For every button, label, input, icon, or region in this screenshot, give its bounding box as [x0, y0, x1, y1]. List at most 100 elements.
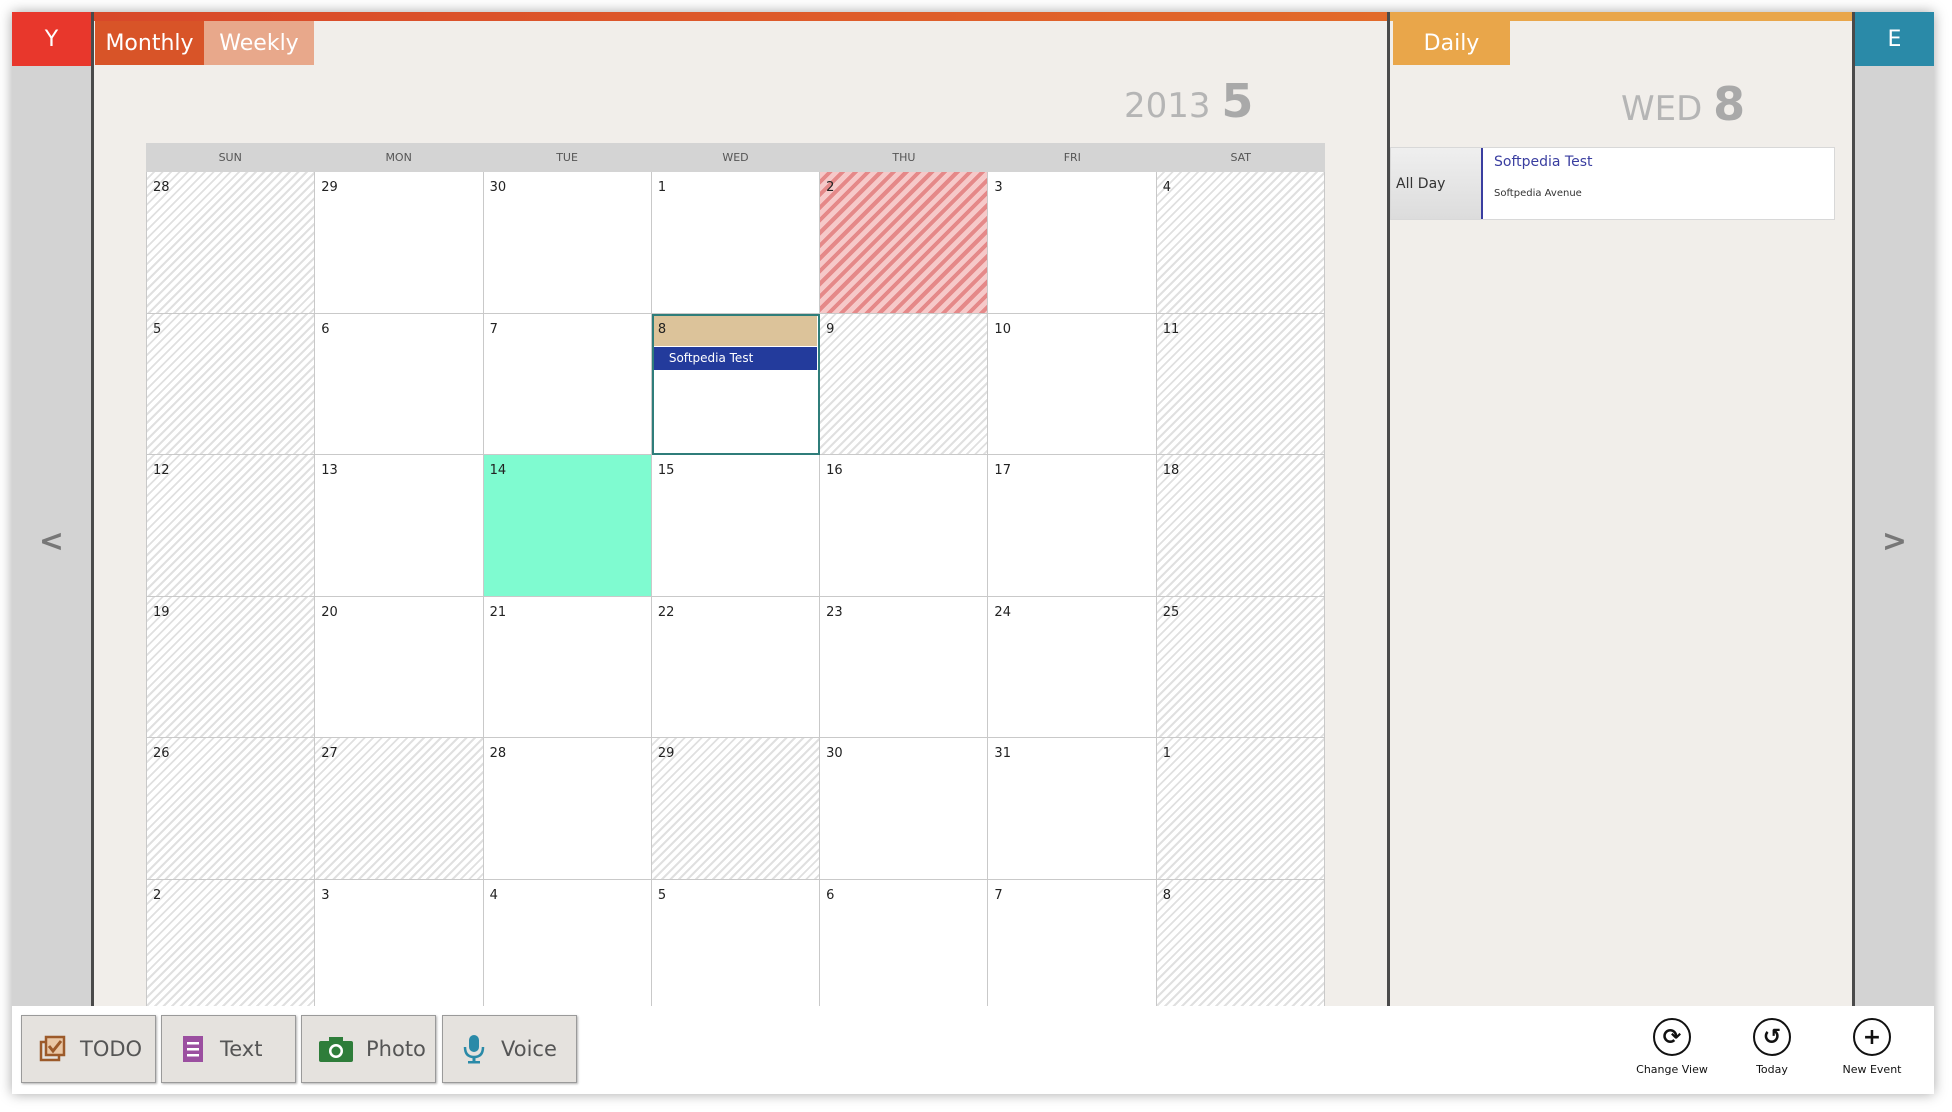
day-number: 26 [153, 746, 170, 761]
undo-icon: ↺ [1753, 1018, 1791, 1056]
today-button[interactable]: ↺ Today [1722, 1018, 1822, 1076]
daily-event-location: Softpedia Avenue [1494, 188, 1582, 199]
month-number: 5 [1221, 74, 1254, 128]
day-cell[interactable]: 16 [820, 455, 989, 597]
day-number: 4 [489, 887, 498, 903]
day-cell[interactable]: 29 [651, 738, 821, 880]
day-number: 28 [153, 180, 170, 195]
selected-day-header: 8 [653, 315, 818, 346]
day-cell[interactable]: 6 [315, 313, 484, 455]
right-side-tab[interactable]: E [1855, 12, 1934, 66]
month-title: 2013 5 [1124, 74, 1253, 128]
voice-button[interactable]: Voice [442, 1015, 577, 1083]
day-number: 2 [153, 887, 162, 903]
day-number: 29 [321, 180, 338, 195]
day-grid: 28 29 30 1 2 3 4 5 6 7 8 Softpedia Test … [146, 172, 1325, 1021]
day-cell[interactable]: 2 [147, 879, 316, 1021]
day-cell[interactable]: 28 [147, 172, 316, 314]
refresh-icon: ⟳ [1653, 1018, 1691, 1056]
day-cell[interactable]: 19 [147, 596, 316, 738]
tab-weekly[interactable]: Weekly [204, 21, 314, 65]
day-number: 28 [489, 746, 507, 761]
day-cell-today[interactable]: 14 [483, 455, 652, 597]
day-number: 8 [657, 321, 667, 337]
day-cell[interactable]: 6 [820, 879, 989, 1021]
day-cell[interactable]: 31 [988, 738, 1157, 880]
day-cell[interactable]: 9 [820, 313, 989, 455]
day-cell[interactable]: 10 [988, 313, 1157, 455]
day-number: 8 [1162, 887, 1171, 903]
day-number: 9 [826, 321, 835, 337]
previous-arrow-button[interactable]: < [12, 524, 91, 559]
day-number: 5 [657, 887, 667, 903]
todo-button[interactable]: TODO [21, 1015, 156, 1083]
day-cell[interactable]: 24 [988, 596, 1157, 738]
day-cell[interactable]: 7 [988, 879, 1157, 1021]
day-cell[interactable]: 7 [483, 313, 652, 455]
day-cell[interactable]: 11 [1156, 313, 1325, 455]
day-number: 1 [657, 180, 667, 195]
day-number: 4 [1162, 180, 1171, 195]
day-cell[interactable]: 28 [483, 738, 652, 880]
day-number: 21 [489, 604, 507, 620]
day-cell[interactable]: 17 [988, 455, 1157, 597]
day-number: 27 [321, 746, 338, 761]
day-cell[interactable]: 4 [483, 879, 652, 1021]
day-cell[interactable]: 30 [820, 738, 989, 880]
day-cell[interactable]: 8 [1156, 879, 1325, 1021]
day-number: 5 [153, 321, 162, 337]
day-cell[interactable]: 26 [147, 738, 316, 880]
daily-event-title[interactable]: Softpedia Test [1494, 154, 1593, 170]
day-cell[interactable]: 30 [483, 172, 652, 314]
day-number: 18 [1162, 463, 1180, 478]
day-number: 3 [321, 887, 330, 903]
day-number: 6 [826, 887, 835, 903]
left-side-tab[interactable]: Y [12, 12, 91, 66]
day-cell[interactable]: 22 [651, 596, 821, 738]
weekday-sat: SAT [1230, 151, 1252, 164]
day-number: 7 [994, 887, 1003, 903]
day-cell[interactable]: 13 [315, 455, 484, 597]
day-cell[interactable]: 20 [315, 596, 484, 738]
new-event-button[interactable]: + New Event [1822, 1018, 1922, 1076]
day-cell[interactable]: 4 [1156, 172, 1325, 314]
day-cell[interactable]: 1 [1156, 738, 1325, 880]
all-day-event-row[interactable]: All Day Softpedia Test Softpedia Avenue [1390, 147, 1835, 220]
day-cell[interactable]: 21 [483, 596, 652, 738]
day-number: 30 [489, 180, 507, 195]
day-number: 24 [994, 604, 1011, 620]
day-cell[interactable]: 18 [1156, 455, 1325, 597]
document-icon [178, 1034, 208, 1064]
day-cell[interactable]: 3 [315, 879, 484, 1021]
day-number: 12 [153, 463, 170, 478]
calendar-event[interactable]: Softpedia Test [653, 346, 818, 370]
day-number: 2 [826, 180, 835, 195]
day-cell[interactable]: 27 [315, 738, 484, 880]
day-number: 29 [657, 746, 675, 761]
day-cell-holiday[interactable]: 2 [820, 172, 989, 314]
weekday-mon: MON [385, 151, 412, 164]
camera-icon [318, 1034, 354, 1064]
day-cell[interactable]: 5 [147, 313, 316, 455]
day-number: 19 [153, 604, 170, 620]
new-event-label: New Event [1842, 1063, 1902, 1076]
day-number: 7 [489, 321, 498, 337]
text-button[interactable]: Text [161, 1015, 296, 1083]
day-cell[interactable]: 12 [147, 455, 316, 597]
day-cell[interactable]: 5 [651, 879, 821, 1021]
photo-button[interactable]: Photo [301, 1015, 436, 1083]
day-cell[interactable]: 29 [315, 172, 484, 314]
tab-daily[interactable]: Daily [1393, 21, 1510, 65]
weekday-header: SUN MON TUE WED THU FRI SAT [146, 143, 1325, 172]
day-cell[interactable]: 23 [820, 596, 989, 738]
day-cell[interactable]: 15 [651, 455, 821, 597]
day-number: 10 [994, 321, 1011, 337]
day-cell[interactable]: 25 [1156, 596, 1325, 738]
tab-monthly[interactable]: Monthly [95, 21, 204, 65]
day-cell[interactable]: 3 [988, 172, 1157, 314]
day-cell[interactable]: 1 [651, 172, 821, 314]
day-cell-selected[interactable]: 8 Softpedia Test [651, 313, 821, 455]
next-arrow-button[interactable]: > [1855, 524, 1934, 559]
change-view-button[interactable]: ⟳ Change View [1622, 1018, 1722, 1076]
day-number: 23 [826, 604, 843, 620]
